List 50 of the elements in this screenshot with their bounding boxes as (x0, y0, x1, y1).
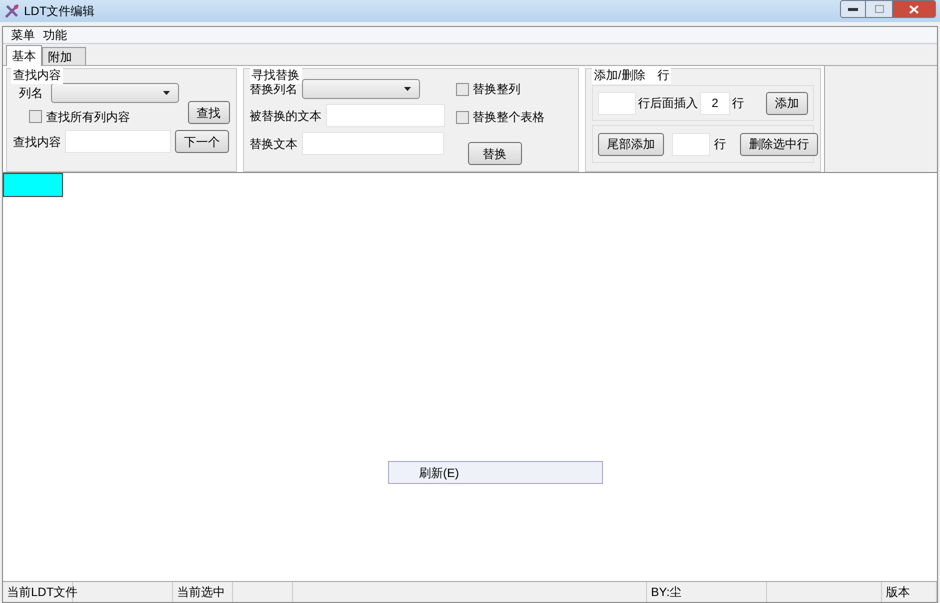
new-text-field[interactable] (302, 132, 444, 155)
field-label: 列名 (19, 85, 43, 102)
field-label: 被替换的文本 (250, 108, 322, 124)
caret-icon (163, 91, 170, 95)
app-icon (4, 3, 20, 19)
field-label: 替换列名 (250, 81, 298, 98)
checkbox[interactable] (29, 110, 42, 123)
append-button[interactable]: 尾部添加 (598, 132, 664, 156)
column-dropdown[interactable] (302, 79, 420, 99)
group-title: 添加/删除 行 (592, 66, 672, 84)
field-label: 行 (714, 136, 726, 153)
status-text: 当前LDT文件 (7, 584, 78, 601)
close-button[interactable] (892, 0, 936, 18)
maximize-icon (874, 5, 884, 13)
checkbox[interactable] (456, 82, 469, 96)
field-label: 行后面插入 (638, 95, 698, 112)
menu-item[interactable]: 刷新(E) (389, 464, 602, 481)
menu-item[interactable]: 功能 (43, 26, 67, 44)
checkbox-label: 替换整个表格 (472, 109, 545, 126)
row-field[interactable] (598, 92, 636, 114)
count-field[interactable]: 2 (700, 92, 730, 114)
delete-button[interactable]: 删除选中行 (740, 132, 818, 156)
column-dropdown[interactable] (51, 83, 179, 103)
find-field[interactable] (65, 130, 171, 153)
tab[interactable]: 基本 (6, 45, 42, 66)
add-button[interactable]: 添加 (766, 92, 808, 114)
old-text-field[interactable] (326, 104, 445, 127)
status-text: BY:尘 (651, 584, 682, 601)
find-button[interactable]: 查找 (188, 101, 230, 124)
next-button[interactable]: 下一个 (175, 130, 229, 153)
checkbox[interactable] (456, 110, 469, 124)
replace-button[interactable]: 替换 (468, 142, 522, 165)
tab[interactable]: 附加 (42, 47, 86, 65)
field-label: 替换文本 (250, 136, 298, 152)
close-icon (909, 4, 919, 14)
row-field[interactable] (672, 132, 710, 156)
minimize-icon (848, 8, 858, 10)
field-label: 查找内容 (13, 134, 61, 150)
menu-item[interactable]: 菜单 (11, 26, 35, 44)
minimize-button[interactable] (840, 0, 866, 18)
status-text: 版本 (886, 584, 910, 601)
caret-icon (404, 87, 411, 91)
checkbox-label: 查找所有列内容 (46, 108, 130, 126)
group-title: 寻找替换 (250, 66, 302, 84)
group-title: 查找内容 (11, 66, 63, 84)
status-text: 当前选中 (177, 584, 225, 601)
field-label: 行 (732, 95, 744, 112)
checkbox-label: 替换整列 (472, 81, 521, 98)
selected-cell[interactable] (3, 173, 63, 197)
window-title: LDT文件编辑 (24, 3, 95, 20)
